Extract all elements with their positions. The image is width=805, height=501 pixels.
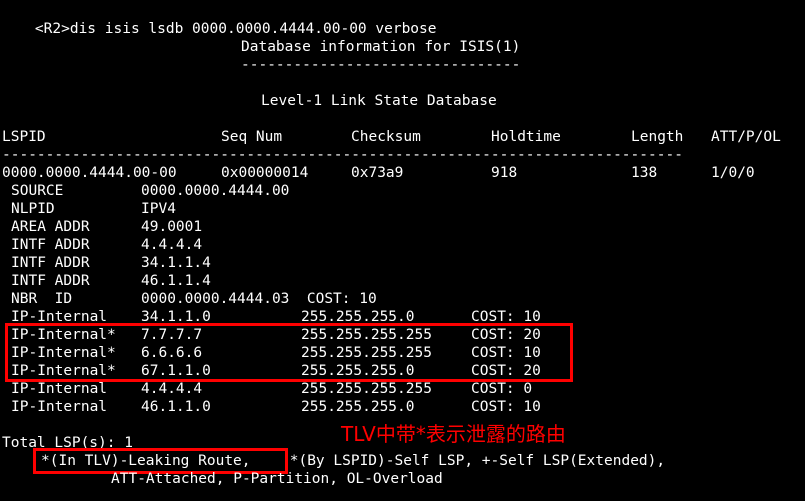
detail-label: NBR ID <box>11 291 73 307</box>
command-line: <R2>dis isis lsdb 0000.0000.4444.00-00 v… <box>0 2 437 37</box>
level-title: Level-1 Link State Database <box>261 93 497 109</box>
db-title: Database information for ISIS(1) <box>241 39 521 55</box>
route-address: 4.4.4.4 <box>141 381 203 397</box>
detail-value: 0000.0000.4444.03 COST: 10 <box>141 291 377 307</box>
lsp-att-p-ol: 1/0/0 <box>711 165 755 181</box>
lsp-length: 138 <box>631 165 658 181</box>
detail-label: INTF ADDR <box>11 273 90 289</box>
detail-label: INTF ADDR <box>11 237 90 253</box>
terminal-window[interactable]: <R2>dis isis lsdb 0000.0000.4444.00-00 v… <box>0 0 805 501</box>
legend-self-lsp: *(By LSPID)-Self LSP, +-Self LSP(Extende… <box>281 453 666 469</box>
detail-value: 4.4.4.4 <box>141 237 203 253</box>
db-title-underline: -------------------------------- <box>241 57 521 73</box>
lsp-seq-num: 0x00000014 <box>221 165 309 181</box>
header-lspid: LSPID <box>2 129 46 145</box>
lsp-holdtime: 918 <box>491 165 518 181</box>
header-att-p-ol: ATT/P/OL <box>711 129 781 145</box>
detail-value: 49.0001 <box>141 219 203 235</box>
leaked-routes-highlight <box>5 323 573 382</box>
lsp-id: 0000.0000.4444.00-00 <box>2 165 177 181</box>
detail-value: 46.1.1.4 <box>141 273 211 289</box>
leak-annotation: TLV中带*表示泄露的路由 <box>341 422 566 446</box>
header-checksum: Checksum <box>351 129 421 145</box>
lsp-checksum: 0x73a9 <box>351 165 404 181</box>
header-holdtime: Holdtime <box>491 129 561 145</box>
route-cost: COST: 0 <box>471 381 533 397</box>
detail-label: INTF ADDR <box>11 255 90 271</box>
legend-flags: ATT-Attached, P-Partition, OL-Overload <box>111 471 443 487</box>
route-address: 46.1.1.0 <box>141 399 211 415</box>
detail-label: NLPID <box>11 201 55 217</box>
route-mask: 255.255.255.0 <box>301 399 415 415</box>
route-label: IP-Internal <box>11 399 108 415</box>
cli-command: dis isis lsdb 0000.0000.4444.00-00 verbo… <box>69 21 437 37</box>
route-label: IP-Internal <box>11 381 108 397</box>
route-cost: COST: 10 <box>471 399 541 415</box>
route-mask: 255.255.255.255 <box>301 381 432 397</box>
header-seq-num: Seq Num <box>221 129 283 145</box>
detail-value: 0000.0000.4444.00 <box>141 183 290 199</box>
cli-prompt: <R2> <box>34 21 70 37</box>
header-length: Length <box>631 129 684 145</box>
detail-value: IPV4 <box>141 201 176 217</box>
detail-label: AREA ADDR <box>11 219 90 235</box>
detail-value: 34.1.1.4 <box>141 255 211 271</box>
detail-label: SOURCE <box>11 183 64 199</box>
header-separator: ----------------------------------------… <box>2 147 683 163</box>
